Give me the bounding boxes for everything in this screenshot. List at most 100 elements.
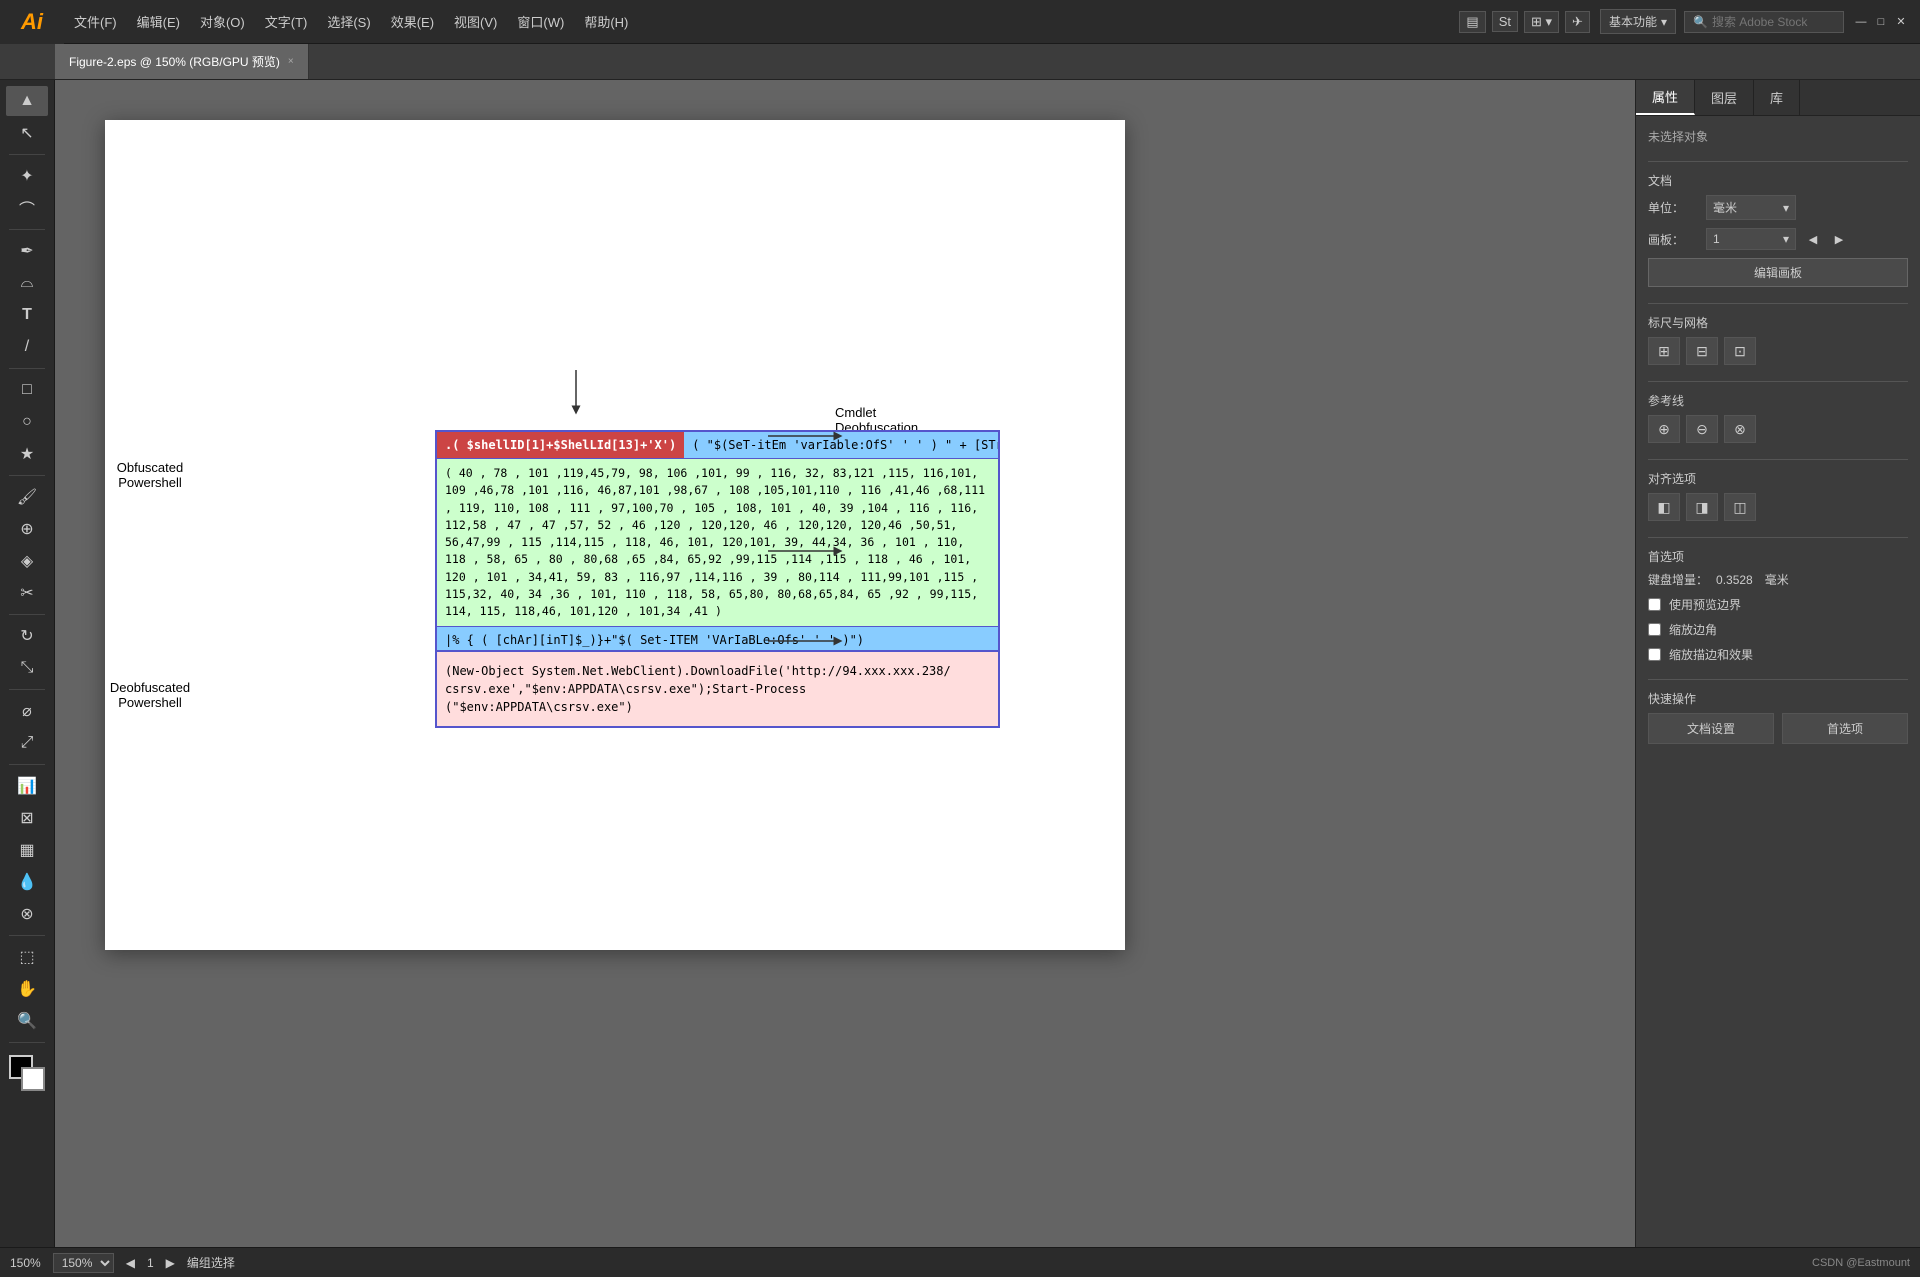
search-box[interactable]: 🔍 xyxy=(1684,11,1844,33)
tool-zoom[interactable]: 🔍 xyxy=(6,1006,48,1036)
toolbar-icon-1[interactable]: ▤ xyxy=(1459,11,1485,33)
tool-scissors[interactable]: ✂ xyxy=(6,578,48,608)
tool-gradient[interactable]: ▦ xyxy=(6,835,48,865)
maximize-button[interactable]: □ xyxy=(1872,13,1890,31)
tool-eraser[interactable]: ◈ xyxy=(6,546,48,576)
tool-hand[interactable]: ✋ xyxy=(6,974,48,1004)
tab-layers[interactable]: 图层 xyxy=(1695,80,1754,115)
menu-effect[interactable]: 效果(E) xyxy=(381,0,444,43)
no-selection-label: 未选择对象 xyxy=(1648,128,1908,145)
search-input[interactable] xyxy=(1712,15,1832,29)
quick-actions-heading: 快速操作 xyxy=(1648,690,1908,707)
edit-artboard-button[interactable]: 编辑画板 xyxy=(1648,258,1908,287)
preview-border-row: 使用预览边界 xyxy=(1648,596,1908,613)
file-tab[interactable]: Figure-2.eps @ 150% (RGB/GPU 预览) × xyxy=(55,44,309,79)
menu-object[interactable]: 对象(O) xyxy=(190,0,255,43)
menu-window[interactable]: 窗口(W) xyxy=(507,0,574,43)
tab-close-button[interactable]: × xyxy=(288,56,294,67)
encoding-row: ( 40 , 78 , 101 ,119,45,79, 98, 106 ,101… xyxy=(437,458,998,626)
menu-edit[interactable]: 编辑(E) xyxy=(127,0,190,43)
nav-prev[interactable]: ◀ xyxy=(126,1256,135,1270)
tool-blob-brush[interactable]: ⊕ xyxy=(6,514,48,544)
unit-select[interactable]: 毫米▾ xyxy=(1706,195,1796,220)
preview-border-checkbox[interactable] xyxy=(1648,598,1661,611)
artboard-select[interactable]: 1▾ xyxy=(1706,228,1796,250)
artboard-next[interactable]: ▶ xyxy=(1830,230,1848,248)
scale-strokes-checkbox[interactable] xyxy=(1648,648,1661,661)
tool-separator-8 xyxy=(9,935,45,936)
guide-btn-2[interactable]: ⊖ xyxy=(1686,415,1718,443)
status-bar: 150% 150%100%200% ◀ 1 ▶ 编组选择 CSDN @Eastm… xyxy=(0,1247,1920,1277)
nav-next[interactable]: ▶ xyxy=(166,1256,175,1270)
guides-grid: ⊕ ⊖ ⊗ xyxy=(1648,415,1908,443)
toolbar-icon-4[interactable]: ✈ xyxy=(1565,11,1590,33)
tool-direct-select[interactable]: ↖ xyxy=(6,118,48,148)
zoom-select[interactable]: 150%100%200% xyxy=(53,1253,114,1273)
align-btn-1[interactable]: ◧ xyxy=(1648,493,1680,521)
tool-magic-wand[interactable]: ✦ xyxy=(6,161,48,191)
toolbar-icon-3[interactable]: ⊞ ▾ xyxy=(1524,11,1559,33)
tool-line[interactable]: / xyxy=(6,332,48,362)
guides-section: 参考线 ⊕ ⊖ ⊗ xyxy=(1648,392,1908,443)
tool-artboard[interactable]: ⬚ xyxy=(6,942,48,972)
menu-select[interactable]: 选择(S) xyxy=(317,0,380,43)
tool-text[interactable]: T xyxy=(6,300,48,330)
stroke-color[interactable] xyxy=(21,1067,45,1091)
tool-curvature[interactable]: ⌓ xyxy=(6,268,48,298)
tool-warp[interactable]: ⌀ xyxy=(6,696,48,726)
align-section: 对齐选项 ◧ ◨ ◫ xyxy=(1648,470,1908,521)
tool-scale[interactable]: ⤡ xyxy=(6,653,48,683)
align-btn-3[interactable]: ◫ xyxy=(1724,493,1756,521)
toolbar-icon-2[interactable]: St xyxy=(1492,11,1518,32)
obf-label: ObfuscatedPowershell xyxy=(95,460,205,490)
tool-mesh[interactable]: ⊠ xyxy=(6,803,48,833)
menu-text[interactable]: 文字(T) xyxy=(255,0,318,43)
tab-library[interactable]: 库 xyxy=(1754,80,1800,115)
tool-brush[interactable]: 🖌 xyxy=(6,482,48,512)
unit-label: 单位： xyxy=(1648,199,1698,216)
ruler-btn-3[interactable]: ⊡ xyxy=(1724,337,1756,365)
close-button[interactable]: ✕ xyxy=(1892,13,1910,31)
doc-settings-button[interactable]: 文档设置 xyxy=(1648,713,1774,744)
tool-graph[interactable]: 📊 xyxy=(6,771,48,801)
workspace-selector[interactable]: 基本功能 ▾ xyxy=(1600,9,1676,34)
tool-free-transform[interactable]: ⤢ xyxy=(6,728,48,758)
tab-properties[interactable]: 属性 xyxy=(1636,80,1695,115)
preferences-button[interactable]: 首选项 xyxy=(1782,713,1908,744)
tool-separator-4 xyxy=(9,475,45,476)
align-btn-2[interactable]: ◨ xyxy=(1686,493,1718,521)
divider-1 xyxy=(1648,161,1908,162)
keyboard-increment-unit: 毫米 xyxy=(1765,571,1789,588)
tool-star[interactable]: ★ xyxy=(6,439,48,469)
tool-rotate[interactable]: ↻ xyxy=(6,621,48,651)
right-panel: 属性 图层 库 未选择对象 文档 单位： 毫米▾ 画板： xyxy=(1635,80,1920,1247)
ruler-btn-2[interactable]: ⊟ xyxy=(1686,337,1718,365)
guide-btn-3[interactable]: ⊗ xyxy=(1724,415,1756,443)
tool-rect[interactable]: □ xyxy=(6,375,48,405)
tool-eyedropper[interactable]: 💧 xyxy=(6,867,48,897)
top-icons: ▤ St ⊞ ▾ ✈ xyxy=(1449,11,1600,33)
ruler-btn-1[interactable]: ⊞ xyxy=(1648,337,1680,365)
menu-help[interactable]: 帮助(H) xyxy=(574,0,638,43)
guide-btn-1[interactable]: ⊕ xyxy=(1648,415,1680,443)
scale-corners-checkbox[interactable] xyxy=(1648,623,1661,636)
watermark: CSDN @Eastmount xyxy=(1812,1257,1910,1269)
tool-separator-1 xyxy=(9,154,45,155)
artboard-prev[interactable]: ◀ xyxy=(1804,230,1822,248)
color-boxes[interactable] xyxy=(9,1055,45,1091)
top-right: 基本功能 ▾ 🔍 — □ ✕ xyxy=(1600,9,1920,34)
quick-actions-section: 快速操作 文档设置 首选项 xyxy=(1648,690,1908,744)
tool-separator-3 xyxy=(9,368,45,369)
search-icon: 🔍 xyxy=(1693,15,1708,29)
tool-blend[interactable]: ⊗ xyxy=(6,899,48,929)
tool-select[interactable]: ▲ xyxy=(6,86,48,116)
scale-corners-row: 缩放边角 xyxy=(1648,621,1908,638)
tool-ellipse[interactable]: ○ xyxy=(6,407,48,437)
canvas-area[interactable]: ObfuscatedPowershell DeobfuscatedPowersh… xyxy=(55,80,1635,1247)
minimize-button[interactable]: — xyxy=(1852,13,1870,31)
menu-file[interactable]: 文件(F) xyxy=(64,0,127,43)
divider-2 xyxy=(1648,303,1908,304)
tool-lasso[interactable]: ⌒ xyxy=(6,193,48,223)
menu-view[interactable]: 视图(V) xyxy=(444,0,507,43)
tool-pen[interactable]: ✒ xyxy=(6,236,48,266)
